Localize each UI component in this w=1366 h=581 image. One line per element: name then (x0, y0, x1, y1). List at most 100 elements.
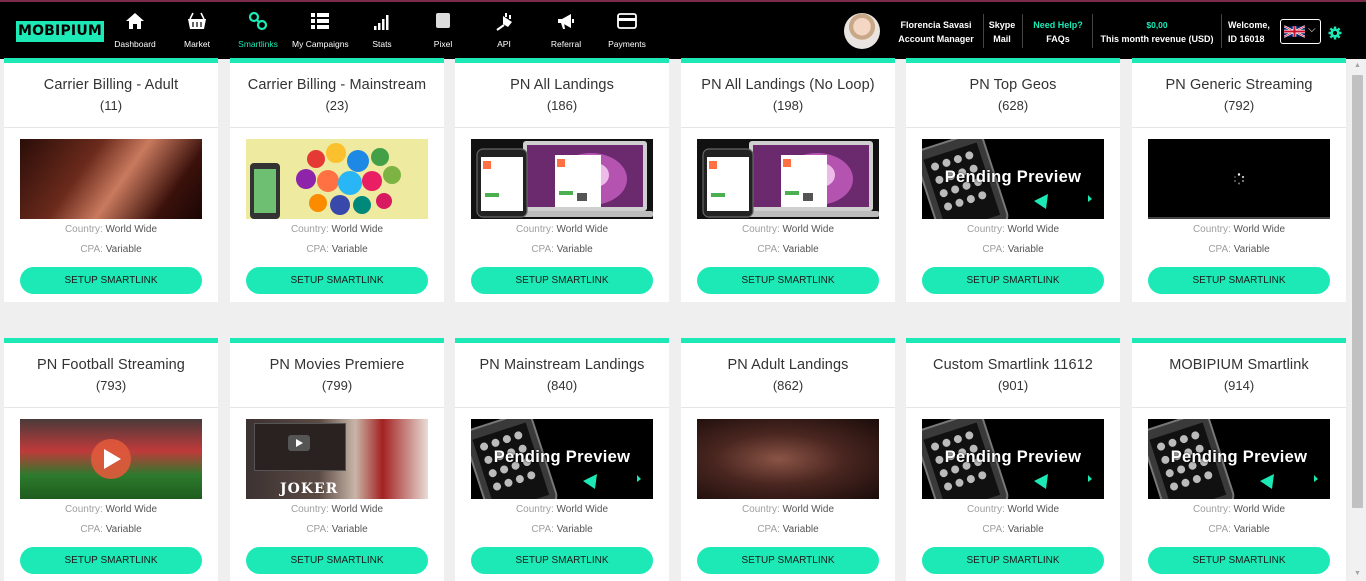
pending-preview-label: Pending Preview (944, 168, 1082, 186)
credit-card-icon (617, 13, 637, 29)
cpa-info: CPA: Variable (906, 524, 1120, 535)
setup-smartlink-button[interactable]: SETUP SMARTLINK (246, 547, 428, 574)
nav-api[interactable]: API (482, 10, 526, 54)
setup-smartlink-button[interactable]: SETUP SMARTLINK (471, 267, 653, 294)
country-value: World Wide (782, 504, 835, 515)
card-title: PN Football Streaming (37, 357, 185, 373)
nav-my-campaigns[interactable]: My Campaigns (292, 10, 349, 54)
country-label: Country: (290, 224, 329, 235)
cpa-label: CPA: (306, 244, 329, 255)
card-header: PN All Landings (186) (455, 63, 669, 128)
setup-smartlink-button[interactable]: SETUP SMARTLINK (697, 267, 879, 294)
setup-smartlink-button[interactable]: SETUP SMARTLINK (20, 547, 202, 574)
card-count: (11) (99, 98, 123, 113)
preview-thumbnail[interactable]: Pending Preview (922, 419, 1104, 499)
country-info: Country: World Wide (681, 504, 895, 515)
card-count: (862) (772, 378, 804, 393)
link-icon (248, 11, 268, 31)
preview-thumbnail[interactable] (1148, 139, 1330, 219)
setup-smartlink-button[interactable]: SETUP SMARTLINK (1148, 547, 1330, 574)
card-title: PN Adult Landings (727, 357, 849, 373)
card-title: Carrier Billing - Mainstream (247, 77, 427, 93)
play-button-icon[interactable] (20, 419, 202, 499)
laptop-illustration (697, 139, 879, 219)
card-count: (799) (321, 378, 353, 393)
setup-smartlink-button[interactable]: SETUP SMARTLINK (922, 547, 1104, 574)
skype-mail-link[interactable]: Skype Mail (986, 18, 1018, 46)
cpa-label: CPA: (531, 244, 554, 255)
card-count: (23) (325, 98, 349, 113)
country-info: Country: World Wide (230, 224, 444, 235)
cpa-info: CPA: Variable (230, 524, 444, 535)
nav-label: Market (184, 39, 210, 49)
cpa-value: Variable (105, 244, 142, 255)
nav-stats[interactable]: Stats (360, 10, 404, 54)
scroll-up-arrow-icon[interactable]: ▲ (1351, 60, 1364, 72)
laptop-illustration (471, 139, 653, 219)
setup-smartlink-button[interactable]: SETUP SMARTLINK (1148, 267, 1330, 294)
revenue-value: $0,00 (1146, 20, 1168, 30)
preview-thumbnail[interactable]: Pending Preview (922, 139, 1104, 219)
skype-label: Skype (988, 20, 1016, 30)
preview-thumbnail[interactable] (20, 139, 202, 219)
square-icon (436, 13, 450, 28)
preview-thumbnail[interactable]: JOKER (246, 419, 428, 499)
cpa-label: CPA: (982, 244, 1005, 255)
country-label: Country: (1192, 224, 1231, 235)
smartlink-card: PN Mainstream Landings (840) Pending Pre… (455, 338, 669, 581)
preview-thumbnail[interactable]: Pending Preview (1148, 419, 1330, 499)
uk-flag-icon (1284, 25, 1305, 38)
country-value: World Wide (105, 504, 158, 515)
smartlink-card: PN Movies Premiere (799) JOKER Country: … (230, 338, 444, 581)
country-value: World Wide (556, 224, 609, 235)
nav-pixel[interactable]: Pixel (421, 10, 465, 54)
video-progress-bar[interactable] (1148, 217, 1330, 219)
scrollbar-thumb[interactable] (1352, 75, 1363, 508)
setup-smartlink-button[interactable]: SETUP SMARTLINK (922, 267, 1104, 294)
cpa-label: CPA: (80, 244, 103, 255)
manager-role: Account Manager (898, 34, 974, 44)
scroll-down-arrow-icon[interactable]: ▼ (1351, 568, 1364, 580)
card-title: PN Top Geos (969, 77, 1057, 93)
mobipium-logo[interactable]: MOBIPIUM (16, 21, 104, 42)
smartlink-card: PN All Landings (186) Country: World Wid… (455, 58, 669, 302)
preview-thumbnail[interactable] (246, 139, 428, 219)
divider (1092, 14, 1093, 48)
preview-thumbnail[interactable]: Pending Preview (471, 419, 653, 499)
preview-thumbnail[interactable] (471, 139, 653, 219)
smartlink-card: PN Top Geos (628) Pending Preview Countr… (906, 58, 1120, 302)
youtube-play-icon[interactable] (288, 435, 310, 451)
country-label: Country: (1192, 504, 1231, 515)
preview-thumbnail[interactable] (697, 419, 879, 499)
cpa-value: Variable (1233, 524, 1270, 535)
help-faqs-link[interactable]: Need Help? FAQs (1028, 18, 1088, 46)
setup-smartlink-button[interactable]: SETUP SMARTLINK (471, 547, 653, 574)
preview-thumbnail[interactable] (20, 419, 202, 499)
preview-thumbnail[interactable] (697, 139, 879, 219)
setup-smartlink-button[interactable]: SETUP SMARTLINK (246, 267, 428, 294)
account-manager-info: Florencia Savasi Account Manager (890, 18, 982, 46)
nav-market[interactable]: Market (175, 10, 219, 54)
card-title: PN All Landings (No Loop) (701, 77, 875, 93)
country-info: Country: World Wide (230, 504, 444, 515)
nav-smartlinks[interactable]: Smartlinks (236, 10, 280, 54)
nav-referral[interactable]: Referral (544, 10, 588, 54)
nav-payments[interactable]: Payments (605, 10, 649, 54)
smartlink-card: PN Football Streaming (793) Country: Wor… (4, 338, 218, 581)
loading-spinner-icon (1234, 173, 1245, 185)
nav-dashboard[interactable]: Dashboard (113, 10, 157, 54)
manager-name: Florencia Savasi (900, 20, 972, 30)
gear-icon[interactable] (1328, 26, 1342, 40)
language-selector[interactable]: ⌵ (1280, 19, 1321, 44)
setup-smartlink-button[interactable]: SETUP SMARTLINK (20, 267, 202, 294)
smartlink-card: MOBIPIUM Smartlink (914) Pending Preview… (1132, 338, 1346, 581)
country-value: World Wide (782, 224, 835, 235)
country-info: Country: World Wide (1132, 224, 1346, 235)
user-id: ID 16018 (1228, 34, 1265, 44)
country-value: World Wide (105, 224, 158, 235)
card-count: (186) (546, 98, 578, 113)
country-label: Country: (290, 504, 329, 515)
top-navbar: MOBIPIUM Dashboard Market Smartlinks My … (0, 0, 1366, 59)
setup-smartlink-button[interactable]: SETUP SMARTLINK (697, 547, 879, 574)
cpa-info: CPA: Variable (1132, 524, 1346, 535)
